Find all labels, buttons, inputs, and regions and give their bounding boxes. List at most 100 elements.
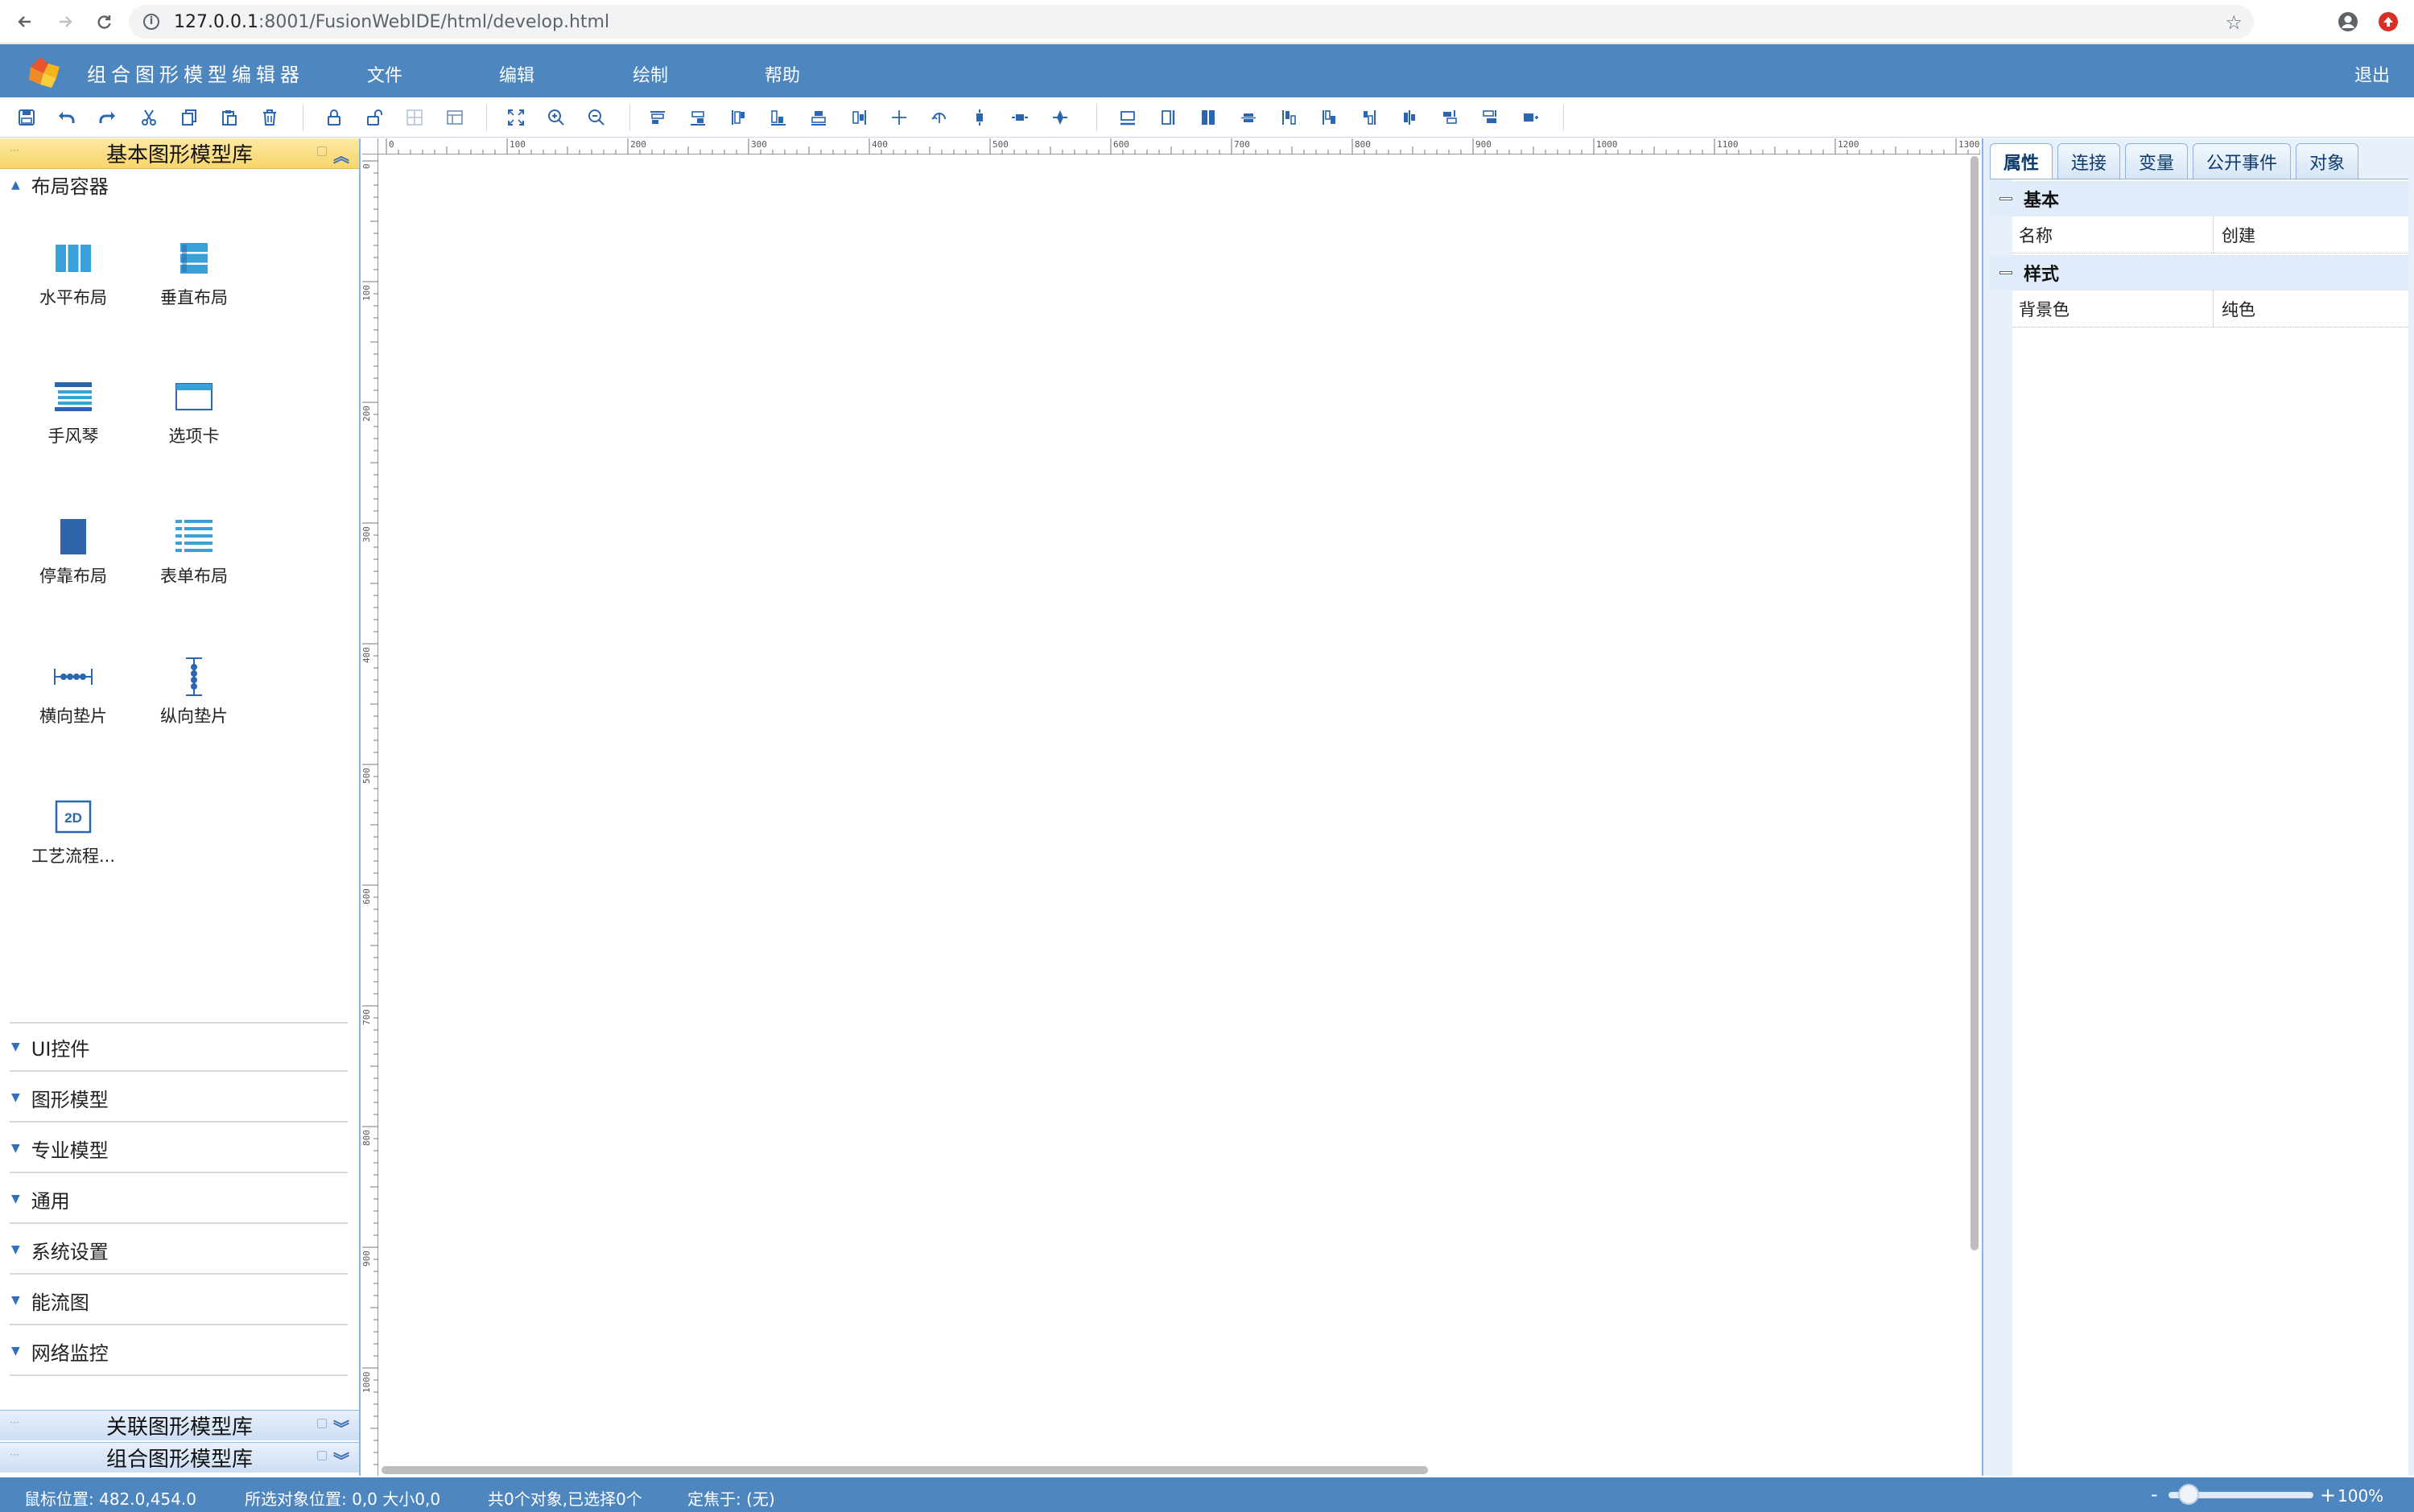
status-bar: 鼠标位置: 482.0,454.0 所选对象位置: 0,0 大小0,0 共0个对…	[0, 1477, 2414, 1512]
caret-down-icon: ▼	[11, 1243, 20, 1256]
tile-process-2d[interactable]: 2D 工艺流程...	[13, 777, 134, 898]
property-value[interactable]: 纯色	[2214, 297, 2255, 321]
tile-accordion[interactable]: 手风琴	[13, 357, 134, 478]
order-down-icon[interactable]	[1399, 107, 1420, 128]
unlock-icon[interactable]	[364, 107, 385, 128]
category-graphic-models[interactable]: ▼ 图形模型	[10, 1074, 348, 1123]
tab-variables[interactable]: 变量	[2125, 143, 2189, 179]
redo-icon[interactable]	[97, 107, 118, 128]
vertical-scrollbar[interactable]	[1970, 156, 1979, 1250]
app-header: 组合图形模型编辑器 文件 编辑 绘制 帮助 退出	[0, 44, 2414, 97]
zoom-out-button[interactable]: -	[2151, 1483, 2158, 1506]
zoom-out-icon[interactable]	[586, 107, 607, 128]
zoom-in-icon[interactable]	[546, 107, 567, 128]
rotate-icon[interactable]	[929, 107, 950, 128]
expand-down-icon[interactable]: ︾	[333, 1415, 349, 1439]
paste-icon[interactable]	[219, 107, 240, 128]
align-middle-icon[interactable]	[687, 107, 708, 128]
zoom-slider-handle[interactable]	[2178, 1484, 2200, 1505]
property-group-basic[interactable]: 基本	[1990, 181, 2408, 216]
space-h-icon[interactable]	[1238, 107, 1259, 128]
tile-vertical-spacer[interactable]: 纵向垫片	[134, 637, 254, 758]
same-size-icon[interactable]	[1198, 107, 1219, 128]
group-icon[interactable]	[404, 107, 425, 128]
same-width-icon[interactable]	[1117, 107, 1138, 128]
horizontal-distribute-icon[interactable]	[1009, 107, 1030, 128]
forward-icon[interactable]	[52, 8, 79, 35]
category-general[interactable]: ▼ 通用	[10, 1176, 348, 1224]
category-network-monitor[interactable]: ▼ 网络监控	[10, 1328, 348, 1376]
align-bottom-icon[interactable]	[808, 107, 829, 128]
lock-icon[interactable]	[324, 107, 345, 128]
accordion-header-composite[interactable]: ··· 组合图形模型库 ︾	[0, 1442, 359, 1473]
category-system-settings[interactable]: ▼ 系统设置	[10, 1226, 348, 1275]
menu-file[interactable]: 文件	[367, 61, 402, 87]
order-back-icon[interactable]	[1318, 107, 1339, 128]
collapse-icon[interactable]	[1999, 271, 2012, 274]
back-icon[interactable]	[11, 8, 39, 35]
tab-properties[interactable]: 属性	[1990, 143, 2053, 179]
profile-icon[interactable]	[2334, 8, 2362, 35]
tab-connections[interactable]: 连接	[2057, 143, 2121, 179]
order-bottom-icon[interactable]	[1479, 107, 1500, 128]
collapse-icon[interactable]	[1999, 197, 2012, 200]
tile-tabs[interactable]: 选项卡	[134, 357, 254, 478]
menu-help[interactable]: 帮助	[765, 61, 800, 87]
address-bar[interactable]: i 127.0.0.1:8001/FusionWebIDE/html/devel…	[129, 5, 2254, 39]
property-row-background[interactable]: 背景色 纯色	[2012, 290, 2408, 328]
accordion-header-basic[interactable]: ··· 基本图形模型库 ︽	[0, 138, 359, 169]
delete-icon[interactable]	[259, 107, 280, 128]
align-center-icon[interactable]	[768, 107, 789, 128]
copy-icon[interactable]	[179, 107, 200, 128]
accordion-header-related[interactable]: ··· 关联图形模型库 ︾	[0, 1410, 359, 1440]
menu-edit[interactable]: 编辑	[499, 61, 534, 87]
pin-icon[interactable]	[317, 1419, 327, 1428]
expand-down-icon[interactable]: ︾	[333, 1448, 349, 1471]
pin-icon[interactable]	[317, 1451, 327, 1461]
align-left-icon[interactable]	[728, 107, 749, 128]
center-cross-icon[interactable]	[889, 107, 910, 128]
save-icon[interactable]	[16, 107, 37, 128]
tile-form-layout[interactable]: 表单布局	[134, 497, 254, 618]
tile-vertical-layout[interactable]: 垂直布局	[134, 219, 254, 340]
vertical-distribute-icon[interactable]	[969, 107, 990, 128]
property-value[interactable]: 创建	[2214, 223, 2255, 247]
bookmark-star-icon[interactable]: ☆	[2225, 11, 2243, 34]
cut-icon[interactable]	[138, 107, 159, 128]
logout-button[interactable]: 退出	[2354, 61, 2390, 87]
property-row-name[interactable]: 名称 创建	[2012, 216, 2408, 253]
tile-dock-layout[interactable]: 停靠布局	[13, 497, 134, 618]
align-top-icon[interactable]	[647, 107, 668, 128]
category-ui-controls[interactable]: ▼ UI控件	[10, 1024, 348, 1072]
property-group-style[interactable]: 样式	[1990, 255, 2408, 290]
fit-icon[interactable]	[505, 107, 526, 128]
drag-handle-icon: ···	[10, 1417, 19, 1428]
category-layout-container[interactable]: ▲ 布局容器	[10, 171, 109, 199]
order-top-icon[interactable]	[1439, 107, 1460, 128]
reload-icon[interactable]	[90, 8, 118, 35]
space-v-icon[interactable]	[1520, 107, 1541, 128]
align-right-icon[interactable]	[848, 107, 869, 128]
tile-horizontal-layout[interactable]: 水平布局	[13, 219, 134, 340]
tab-public-events[interactable]: 公开事件	[2193, 143, 2292, 179]
drawing-canvas[interactable]	[379, 155, 1969, 1459]
horizontal-layout-icon	[53, 240, 93, 277]
ungroup-icon[interactable]	[444, 107, 465, 128]
undo-icon[interactable]	[56, 107, 77, 128]
horizontal-scrollbar[interactable]	[382, 1466, 1428, 1474]
collapse-up-icon[interactable]: ︽	[333, 143, 349, 167]
order-front-icon[interactable]	[1278, 107, 1299, 128]
update-icon[interactable]	[2375, 8, 2402, 35]
info-icon[interactable]: i	[143, 14, 159, 30]
tab-objects[interactable]: 对象	[2296, 143, 2359, 179]
same-height-icon[interactable]	[1157, 107, 1178, 128]
category-energy-flow[interactable]: ▼ 能流图	[10, 1277, 348, 1325]
category-professional-models[interactable]: ▼ 专业模型	[10, 1125, 348, 1173]
order-up-icon[interactable]	[1359, 107, 1380, 128]
center-icon[interactable]	[1050, 107, 1071, 128]
accordion-icon	[53, 378, 93, 415]
menu-draw[interactable]: 绘制	[633, 61, 668, 87]
tile-horizontal-spacer[interactable]: 横向垫片	[13, 637, 134, 758]
pin-icon[interactable]	[317, 146, 327, 156]
zoom-in-button[interactable]: +	[2320, 1484, 2336, 1506]
